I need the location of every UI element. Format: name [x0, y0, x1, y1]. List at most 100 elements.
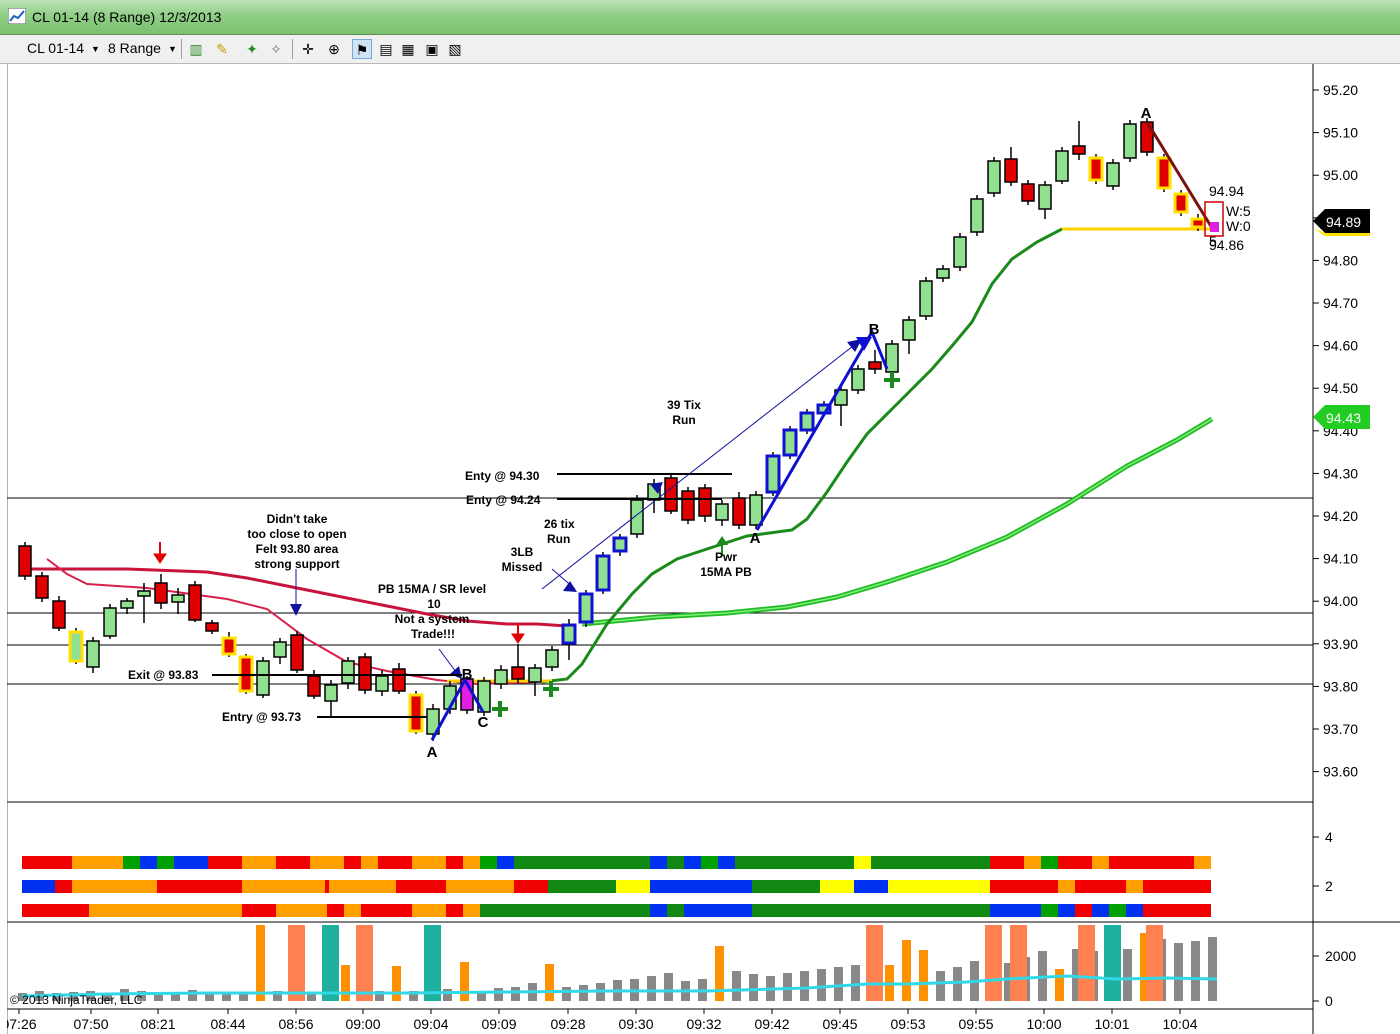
volume-bar — [1174, 943, 1183, 1001]
volume-bar — [1208, 937, 1217, 1001]
candle-body — [120, 600, 134, 609]
indicator-cell — [1143, 904, 1211, 917]
volume-bar — [579, 985, 588, 1001]
bar-style-icon[interactable]: ▥ — [186, 39, 206, 59]
crosshair-icon[interactable]: ✛ — [298, 39, 318, 59]
indicator-cell — [72, 856, 123, 869]
indicator-cell — [55, 880, 72, 893]
volume-bar — [460, 962, 469, 1001]
chart-toolbar: CL 01-14 ▼ 8 Range ▼ ▥ ✎ ✦ ✧ ✛ ⊕ ⚑ ▤ ▦ ▣… — [0, 35, 1400, 64]
time-tick-label: 09:00 — [345, 1016, 380, 1032]
indicator-cell — [72, 880, 157, 893]
chart-area[interactable]: 95.2095.1095.0094.9094.8094.7094.6094.50… — [7, 64, 1400, 1034]
annot-pb-2: 10 — [427, 597, 441, 611]
save-icon[interactable]: ▣ — [422, 39, 442, 59]
candle-body — [358, 656, 372, 691]
volume-bar — [715, 946, 724, 1001]
annot-pwr-1: Pwr — [715, 550, 737, 564]
ma-price-value: 94.43 — [1326, 410, 1361, 426]
volume-bar — [851, 965, 860, 1001]
time-tick-label: 08:56 — [278, 1016, 313, 1032]
candle-body — [324, 684, 338, 702]
time-tick-label: 09:30 — [618, 1016, 653, 1032]
vol-tick-0: 0 — [1325, 993, 1333, 1009]
annot-entry-9430: Enty @ 94.30 — [465, 469, 540, 483]
indicator-cell — [242, 904, 276, 917]
candle-body — [307, 675, 321, 697]
chart-properties-icon[interactable]: ⚑ — [352, 39, 372, 59]
indicator-cell — [310, 856, 344, 869]
indicator-cell — [378, 856, 412, 869]
annot-39tix-2: Run — [672, 413, 695, 427]
indicator-cell — [396, 880, 446, 893]
candle-body — [528, 667, 542, 683]
indicator-cell — [276, 856, 310, 869]
last-price-value: 94.89 — [1326, 214, 1361, 230]
indicator-cell — [22, 880, 55, 893]
candle-body — [221, 636, 237, 656]
candle-body — [1021, 183, 1035, 202]
price-tick-label: 94.30 — [1323, 465, 1358, 481]
indicator-cell — [1075, 904, 1092, 917]
add-indicator-icon[interactable]: ✦ — [242, 39, 262, 59]
candle-body — [1156, 156, 1172, 190]
indicator-cell — [684, 904, 752, 917]
indicator-cell — [990, 880, 1058, 893]
annot-didnt-2: too close to open — [247, 527, 346, 541]
candle-body — [749, 494, 763, 526]
zoom-icon[interactable]: ⊕ — [324, 39, 344, 59]
indicator-cell — [157, 856, 174, 869]
volume-bar — [919, 950, 928, 1001]
candle-body — [154, 582, 168, 604]
instrument-dropdown-icon[interactable]: ▼ — [91, 44, 100, 54]
copyright: © 2013 NinjaTrader, LLC — [10, 993, 143, 1007]
candle-body — [18, 545, 32, 577]
annot-entry-9424: Enty @ 94.24 — [466, 493, 541, 507]
candle-body — [408, 693, 424, 733]
label-w0: W:0 — [1226, 218, 1251, 234]
candle-body — [987, 160, 1001, 194]
ind-tick-2: 2 — [1325, 878, 1333, 894]
candle-body — [188, 584, 202, 621]
period-dropdown-icon[interactable]: ▼ — [168, 44, 177, 54]
candle-body — [936, 268, 950, 279]
candle-body — [612, 536, 628, 553]
strategy-icon[interactable]: ✧ — [266, 39, 286, 59]
indicator-cell — [650, 880, 752, 893]
candle-body — [35, 575, 49, 599]
indicator-cell — [22, 904, 89, 917]
candle-body — [1038, 184, 1052, 210]
indicator-cell — [412, 856, 446, 869]
indicator-cell — [446, 880, 514, 893]
instrument-selector[interactable]: CL 01-14 — [27, 40, 84, 56]
period-selector[interactable]: 8 Range — [108, 40, 161, 56]
current-bar-magenta — [1210, 222, 1219, 232]
candle-body — [256, 660, 270, 696]
candle-body — [494, 669, 508, 685]
price-tick-label: 94.20 — [1323, 508, 1358, 524]
draw-tool-icon[interactable]: ✎ — [212, 39, 232, 59]
price-tick-label: 94.80 — [1323, 252, 1358, 268]
indicator-cell — [990, 856, 1024, 869]
indicator-cell — [497, 856, 514, 869]
label-price-9494: 94.94 — [1209, 183, 1244, 199]
chart-trader-icon[interactable]: ▦ — [398, 39, 418, 59]
vol-tick-2000: 2000 — [1325, 948, 1356, 964]
candle-body — [919, 280, 933, 317]
candle-body — [732, 497, 746, 526]
price-chart[interactable]: 95.2095.1095.0094.9094.8094.7094.6094.50… — [7, 64, 1400, 1034]
candle-body — [290, 634, 304, 671]
indicator-cell — [123, 856, 140, 869]
indicator-cell — [820, 880, 854, 893]
volume-bar — [936, 971, 945, 1001]
candle-body — [561, 623, 577, 645]
properties-icon[interactable]: ▧ — [445, 39, 465, 59]
data-box-icon[interactable]: ▤ — [376, 39, 396, 59]
volume-bar — [749, 974, 758, 1001]
toolbar-separator — [292, 39, 293, 59]
candle-body — [545, 649, 559, 668]
indicator-cell — [463, 904, 480, 917]
candle-body — [970, 198, 984, 233]
indicator-cell — [650, 856, 667, 869]
indicator-color-rows — [22, 856, 1211, 917]
